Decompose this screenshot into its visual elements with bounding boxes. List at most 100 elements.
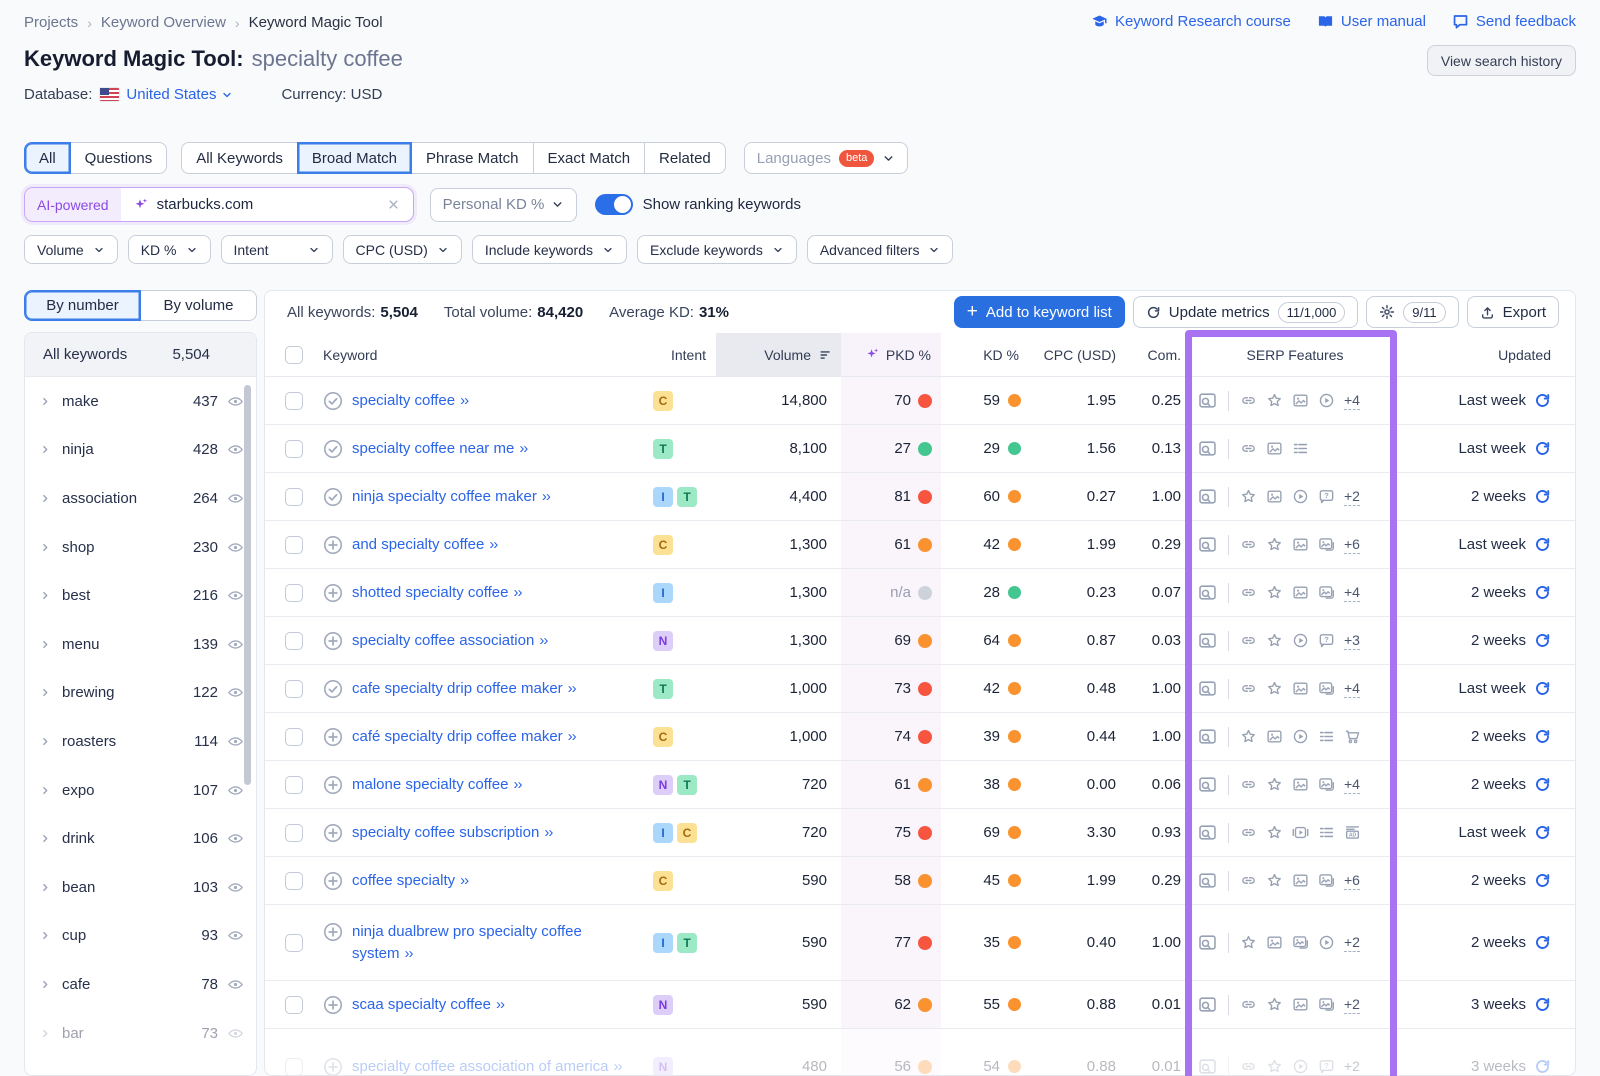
keyword-link[interactable]: malone specialty coffee››	[352, 774, 521, 796]
filter-volume[interactable]: Volume	[24, 235, 118, 264]
user-manual-link[interactable]: User manual	[1317, 13, 1426, 30]
keyword-research-course-link[interactable]: Keyword Research course	[1091, 13, 1291, 30]
serp-preview-icon[interactable]	[1198, 679, 1217, 698]
tab-broad-match[interactable]: Broad Match	[297, 142, 412, 174]
add-to-list-button[interactable]	[323, 583, 343, 603]
eye-icon[interactable]	[227, 1025, 244, 1042]
check-circle-icon[interactable]	[323, 679, 343, 699]
row-checkbox[interactable]	[285, 536, 303, 554]
keyword-link[interactable]: specialty coffee association of america›…	[352, 1056, 622, 1076]
chevron-right-icon[interactable]	[39, 832, 52, 845]
add-to-list-button[interactable]	[323, 775, 343, 795]
keyword-link[interactable]: coffee specialty››	[352, 870, 468, 892]
plus-circle-icon[interactable]	[323, 631, 343, 651]
row-checkbox[interactable]	[285, 824, 303, 842]
add-to-list-button[interactable]	[323, 922, 343, 942]
col-cpc[interactable]: CPC (USD)	[1025, 333, 1120, 376]
add-to-list-button[interactable]	[323, 823, 343, 843]
filter-advanced-filters[interactable]: Advanced filters	[807, 235, 954, 264]
group-item-brewing[interactable]: brewing 122	[25, 669, 256, 718]
refresh-keyword-button[interactable]	[1534, 584, 1551, 602]
all-keywords-group[interactable]: All keywords 5,504	[25, 333, 256, 377]
eye-icon[interactable]	[227, 587, 244, 604]
eye-icon[interactable]	[227, 539, 244, 556]
check-circle-icon[interactable]	[323, 391, 343, 411]
tab-exact-match[interactable]: Exact Match	[533, 142, 646, 174]
languages-dropdown[interactable]: Languagesbeta	[744, 142, 909, 174]
col-pkd[interactable]: PKD %	[841, 333, 941, 376]
plus-circle-icon[interactable]	[323, 583, 343, 603]
group-item-roasters[interactable]: roasters 114	[25, 717, 256, 766]
serp-preview-icon[interactable]	[1198, 1057, 1217, 1076]
filter-exclude-keywords[interactable]: Exclude keywords	[637, 235, 797, 264]
serp-more-features[interactable]: +2	[1344, 1058, 1360, 1076]
filter-include-keywords[interactable]: Include keywords	[472, 235, 627, 264]
refresh-blue-icon[interactable]	[1534, 934, 1551, 951]
tab-all-keywords[interactable]: All Keywords	[181, 142, 298, 174]
chevron-right-icon[interactable]	[39, 589, 52, 602]
tab-phrase-match[interactable]: Phrase Match	[411, 142, 534, 174]
keyword-link[interactable]: and specialty coffee››	[352, 534, 497, 556]
refresh-blue-icon[interactable]	[1534, 536, 1551, 553]
plus-circle-icon[interactable]	[323, 995, 343, 1015]
serp-more-features[interactable]: +6	[1344, 872, 1360, 890]
group-item-bar[interactable]: bar 73	[25, 1009, 256, 1058]
refresh-keyword-button[interactable]	[1534, 1058, 1551, 1076]
row-checkbox[interactable]	[285, 934, 303, 952]
col-volume[interactable]: Volume	[716, 333, 841, 376]
plus-circle-icon[interactable]	[323, 535, 343, 555]
serp-more-features[interactable]: +2	[1344, 934, 1360, 952]
chevron-right-icon[interactable]	[39, 443, 52, 456]
in-list-button[interactable]	[323, 487, 343, 507]
serp-preview-icon[interactable]	[1198, 775, 1217, 794]
eye-icon[interactable]	[227, 636, 244, 653]
serp-preview-icon[interactable]	[1198, 631, 1217, 650]
eye-icon[interactable]	[227, 976, 244, 993]
settings-button[interactable]: 9/11	[1366, 296, 1458, 328]
refresh-blue-icon[interactable]	[1534, 1058, 1551, 1075]
refresh-keyword-button[interactable]	[1534, 996, 1551, 1014]
refresh-blue-icon[interactable]	[1534, 824, 1551, 841]
group-item-make[interactable]: make 437	[25, 377, 256, 426]
keyword-link[interactable]: café specialty drip coffee maker››	[352, 726, 576, 748]
search-input[interactable]: starbucks.com	[121, 188, 413, 221]
group-item-cafe[interactable]: cafe 78	[25, 960, 256, 1009]
group-item-cup[interactable]: cup 93	[25, 912, 256, 961]
filter-intent[interactable]: Intent	[221, 235, 333, 264]
refresh-keyword-button[interactable]	[1534, 680, 1551, 698]
in-list-button[interactable]	[323, 391, 343, 411]
add-to-list-button[interactable]	[323, 727, 343, 747]
chevron-right-icon[interactable]	[39, 1027, 52, 1040]
plus-circle-icon[interactable]	[323, 823, 343, 843]
group-item-menu[interactable]: menu 139	[25, 620, 256, 669]
col-kd[interactable]: KD %	[941, 333, 1025, 376]
row-checkbox[interactable]	[285, 584, 303, 602]
tab-questions[interactable]: Questions	[70, 142, 168, 174]
serp-more-features[interactable]: +4	[1344, 584, 1360, 602]
keyword-link[interactable]: ninja specialty coffee maker››	[352, 486, 550, 508]
export-button[interactable]: Export	[1467, 296, 1559, 328]
keyword-link[interactable]: specialty coffee subscription››	[352, 822, 552, 844]
row-checkbox[interactable]	[285, 872, 303, 890]
group-item-drink[interactable]: drink 106	[25, 814, 256, 863]
filter-kd-[interactable]: KD %	[128, 235, 211, 264]
serp-more-features[interactable]: +4	[1344, 776, 1360, 794]
clear-icon[interactable]	[386, 197, 401, 212]
refresh-keyword-button[interactable]	[1534, 392, 1551, 410]
refresh-keyword-button[interactable]	[1534, 872, 1551, 890]
keyword-link[interactable]: specialty coffee››	[352, 390, 468, 412]
group-item-ninja[interactable]: ninja 428	[25, 426, 256, 475]
serp-more-features[interactable]: +2	[1344, 996, 1360, 1014]
serp-more-features[interactable]: +4	[1344, 680, 1360, 698]
add-to-list-button[interactable]	[323, 871, 343, 891]
chevron-right-icon[interactable]	[39, 638, 52, 651]
refresh-keyword-button[interactable]	[1534, 536, 1551, 554]
col-com[interactable]: Com.	[1120, 333, 1185, 376]
eye-icon[interactable]	[227, 393, 244, 410]
eye-icon[interactable]	[227, 830, 244, 847]
row-checkbox[interactable]	[285, 632, 303, 650]
group-item-expo[interactable]: expo 107	[25, 766, 256, 815]
chevron-right-icon[interactable]	[39, 395, 52, 408]
serp-preview-icon[interactable]	[1198, 933, 1217, 952]
row-checkbox[interactable]	[285, 1058, 303, 1076]
